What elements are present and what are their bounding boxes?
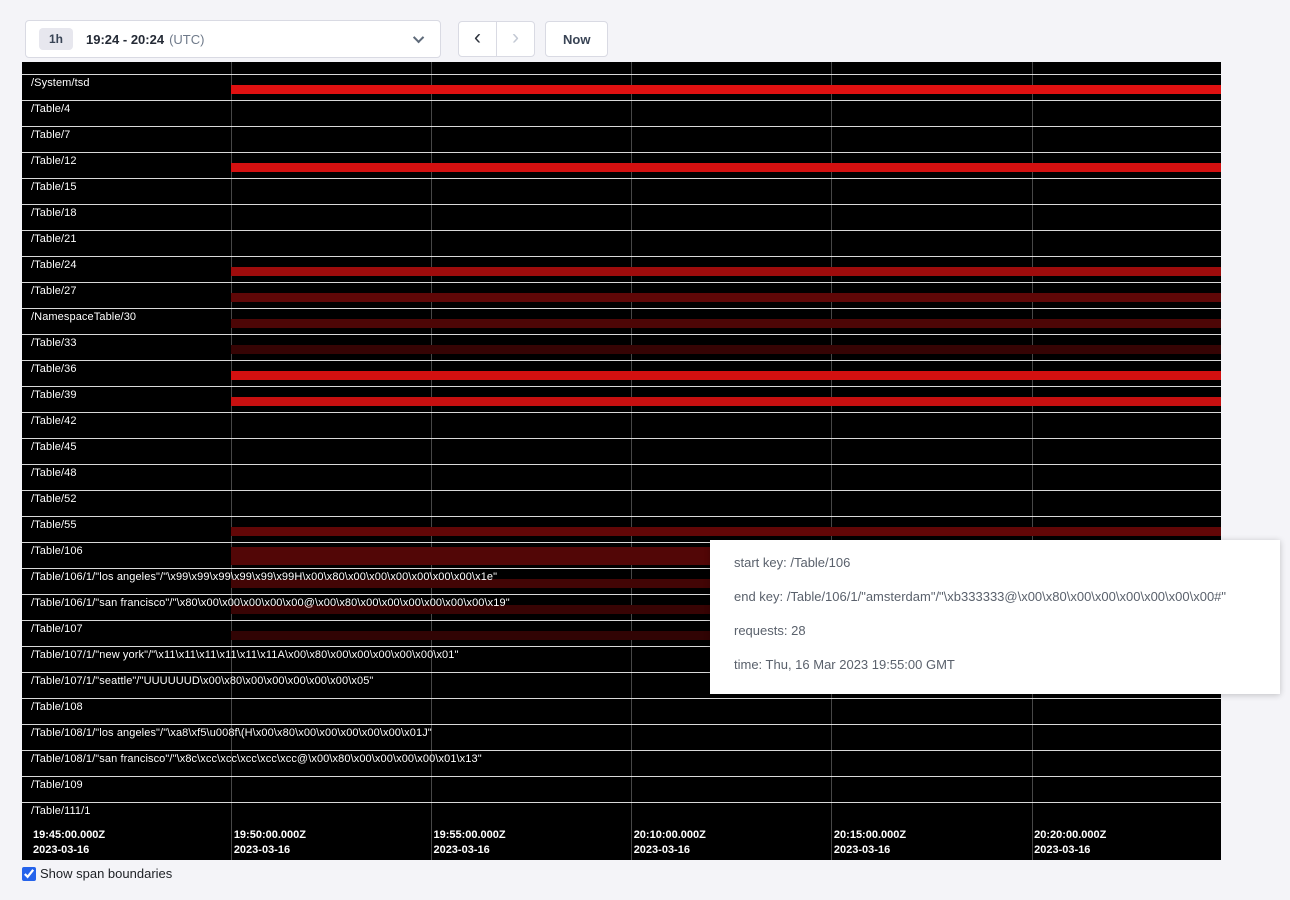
heatmap-row[interactable]: /Table/27: [22, 282, 1221, 308]
row-key-label: /Table/106/1/"los angeles"/"\x99\x99\x99…: [31, 571, 497, 583]
hot-span-bucket[interactable]: [231, 345, 1221, 354]
heatmap-row[interactable]: /Table/52: [22, 490, 1221, 516]
row-key-label: /Table/108/1/"los angeles"/"\xa8\xf5\u00…: [31, 727, 432, 739]
chevron-left-icon: ‹: [474, 27, 481, 48]
duration-badge: 1h: [39, 28, 73, 50]
key-visualizer-page: 1h 19:24 - 20:24 (UTC) ‹ › Now /System/t…: [0, 0, 1290, 900]
row-key-label: /Table/107: [31, 623, 83, 635]
row-key-label: /Table/39: [31, 389, 77, 401]
x-axis-label: 19:55:00.000Z2023-03-16: [431, 828, 505, 858]
tooltip-requests: requests: 28: [734, 623, 1256, 639]
heatmap-row[interactable]: /Table/109: [22, 776, 1221, 802]
heatmap-rows: /System/tsd/Table/4/Table/7/Table/12/Tab…: [22, 74, 1221, 828]
heatmap-row[interactable]: /System/tsd: [22, 74, 1221, 100]
row-key-label: /Table/18: [31, 207, 77, 219]
time-range-dropdown[interactable]: 1h 19:24 - 20:24 (UTC): [25, 20, 441, 58]
row-key-label: /Table/48: [31, 467, 77, 479]
x-axis: 19:45:00.000Z2023-03-16 19:50:00.000Z2023…: [22, 824, 1221, 860]
heatmap-row[interactable]: /Table/108/1/"los angeles"/"\xa8\xf5\u00…: [22, 724, 1221, 750]
tooltip-start-key: start key: /Table/106: [734, 555, 1256, 571]
heatmap-row[interactable]: /Table/39: [22, 386, 1221, 412]
previous-time-button[interactable]: ‹: [458, 21, 497, 57]
heatmap-row[interactable]: /Table/108/1/"san francisco"/"\x8c\xcc\x…: [22, 750, 1221, 776]
key-visualizer-canvas[interactable]: /System/tsd/Table/4/Table/7/Table/12/Tab…: [22, 62, 1221, 860]
show-span-boundaries-checkbox[interactable]: [22, 867, 36, 881]
row-key-label: /Table/12: [31, 155, 77, 167]
row-key-label: /Table/107/1/"seattle"/"UUUUUUD\x00\x80\…: [31, 675, 373, 687]
row-key-label: /Table/15: [31, 181, 77, 193]
x-axis-label: 19:50:00.000Z2023-03-16: [232, 828, 306, 858]
row-key-label: /Table/42: [31, 415, 77, 427]
now-button[interactable]: Now: [545, 21, 608, 57]
row-key-label: /Table/7: [31, 129, 70, 141]
heatmap-row[interactable]: /Table/42: [22, 412, 1221, 438]
hot-span-bucket[interactable]: [231, 397, 1221, 406]
tooltip-time: time: Thu, 16 Mar 2023 19:55:00 GMT: [734, 657, 1256, 673]
hot-span-bucket[interactable]: [231, 319, 1221, 328]
row-key-label: /Table/33: [31, 337, 77, 349]
chevron-down-icon: [413, 32, 424, 43]
row-key-label: /Table/106/1/"san francisco"/"\x80\x00\x…: [31, 597, 510, 609]
row-key-label: /Table/36: [31, 363, 77, 375]
time-nav-group: ‹ ›: [458, 21, 535, 57]
next-time-button[interactable]: ›: [496, 21, 535, 57]
timezone-text: (UTC): [169, 32, 204, 47]
x-axis-label: 20:10:00.000Z2023-03-16: [632, 828, 706, 858]
hot-span-bucket[interactable]: [231, 293, 1221, 302]
heatmap-row[interactable]: /Table/108: [22, 698, 1221, 724]
x-axis-label: 20:20:00.000Z2023-03-16: [1032, 828, 1106, 858]
heatmap-row[interactable]: /Table/55: [22, 516, 1221, 542]
show-span-boundaries-label: Show span boundaries: [40, 866, 172, 881]
heatmap-row[interactable]: /Table/36: [22, 360, 1221, 386]
heatmap-row[interactable]: /Table/15: [22, 178, 1221, 204]
row-key-label: /Table/108: [31, 701, 83, 713]
heatmap-row[interactable]: /Table/48: [22, 464, 1221, 490]
row-key-label: /NamespaceTable/30: [31, 311, 136, 323]
heatmap-row[interactable]: /Table/45: [22, 438, 1221, 464]
heatmap-row[interactable]: /Table/12: [22, 152, 1221, 178]
hot-span-bucket[interactable]: [231, 267, 1221, 276]
row-key-label: /Table/4: [31, 103, 70, 115]
heatmap-row[interactable]: /NamespaceTable/30: [22, 308, 1221, 334]
row-key-label: /Table/45: [31, 441, 77, 453]
row-key-label: /Table/27: [31, 285, 77, 297]
heatmap-row[interactable]: /Table/4: [22, 100, 1221, 126]
hot-span-bucket[interactable]: [231, 85, 1221, 94]
x-axis-label: 19:45:00.000Z2023-03-16: [31, 828, 105, 858]
chevron-right-icon: ›: [512, 27, 519, 48]
heatmap-row[interactable]: /Table/33: [22, 334, 1221, 360]
row-key-label: /Table/111/1: [31, 805, 91, 817]
footer: Show span boundaries: [22, 866, 172, 881]
row-key-label: /Table/52: [31, 493, 77, 505]
row-key-label: /Table/24: [31, 259, 77, 271]
time-range-text: 19:24 - 20:24: [86, 32, 164, 47]
row-key-label: /Table/109: [31, 779, 83, 791]
heatmap-row[interactable]: /Table/21: [22, 230, 1221, 256]
heatmap-row[interactable]: /Table/24: [22, 256, 1221, 282]
row-key-label: /Table/21: [31, 233, 77, 245]
hot-span-bucket[interactable]: [231, 527, 1221, 536]
row-key-label: /Table/106: [31, 545, 83, 557]
heatmap-row[interactable]: /Table/18: [22, 204, 1221, 230]
span-tooltip: start key: /Table/106 end key: /Table/10…: [710, 540, 1280, 694]
hot-span-bucket[interactable]: [231, 371, 1221, 380]
row-key-label: /Table/107/1/"new york"/"\x11\x11\x11\x1…: [31, 649, 459, 661]
row-key-label: /System/tsd: [31, 77, 90, 89]
tooltip-end-key: end key: /Table/106/1/"amsterdam"/"\xb33…: [734, 589, 1256, 605]
x-axis-label: 20:15:00.000Z2023-03-16: [832, 828, 906, 858]
heatmap-row[interactable]: /Table/7: [22, 126, 1221, 152]
hot-span-bucket[interactable]: [231, 163, 1221, 172]
row-key-label: /Table/108/1/"san francisco"/"\x8c\xcc\x…: [31, 753, 482, 765]
row-key-label: /Table/55: [31, 519, 77, 531]
time-toolbar: 1h 19:24 - 20:24 (UTC) ‹ › Now: [25, 20, 608, 58]
